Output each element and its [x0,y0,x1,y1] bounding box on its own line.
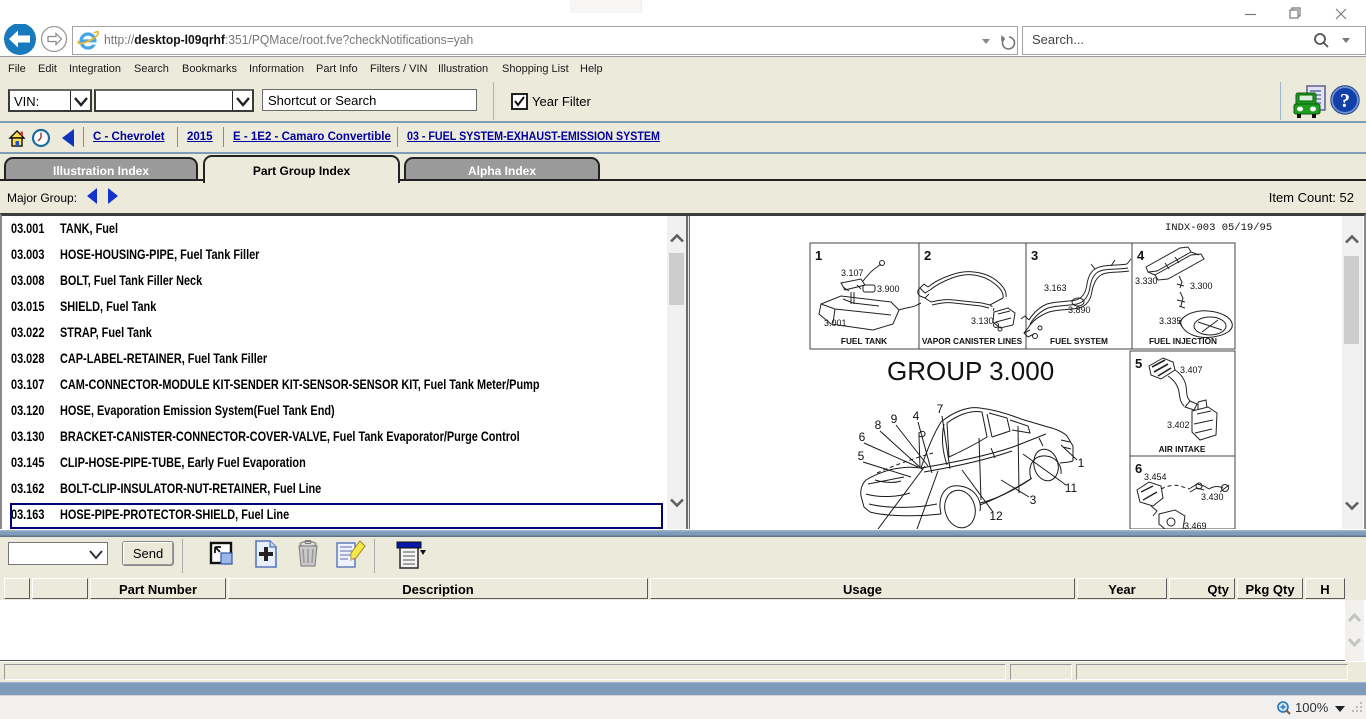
svg-text:8: 8 [875,418,882,432]
svg-text:VAPOR CANISTER LINES: VAPOR CANISTER LINES [922,336,1023,346]
svg-text:?: ? [1340,90,1350,112]
svg-text:3: 3 [1031,248,1038,263]
svg-text:5: 5 [858,449,865,463]
svg-text:4: 4 [1137,248,1145,263]
svg-text:11: 11 [1065,481,1078,495]
svg-text:3.402: 3.402 [1167,420,1190,430]
svg-text:3.335: 3.335 [1159,316,1182,326]
svg-text:1: 1 [815,248,822,263]
svg-text:7: 7 [937,402,944,416]
svg-text:FUEL SYSTEM: FUEL SYSTEM [1050,336,1108,346]
svg-text:INDX-003 05/19/95: INDX-003 05/19/95 [1165,222,1272,234]
svg-text:FUEL TANK: FUEL TANK [841,336,887,346]
svg-text:3: 3 [1030,493,1037,507]
svg-text:3.407: 3.407 [1180,365,1203,375]
svg-text:6: 6 [1135,461,1142,476]
svg-text:5: 5 [1135,356,1142,371]
svg-text:6: 6 [859,430,866,444]
svg-text:4: 4 [913,409,920,423]
svg-text:3.001: 3.001 [824,318,847,328]
svg-text:3.469: 3.469 [1184,521,1207,529]
svg-text:3.130: 3.130 [971,316,994,326]
svg-text:3.430: 3.430 [1201,492,1224,502]
svg-text:3.900: 3.900 [877,284,900,294]
svg-text:3.330: 3.330 [1135,276,1158,286]
svg-text:9: 9 [891,412,898,426]
svg-text:3.300: 3.300 [1190,281,1213,291]
svg-text:1: 1 [1078,456,1085,470]
svg-text:3.163: 3.163 [1044,283,1067,293]
svg-text:GROUP 3.000: GROUP 3.000 [887,356,1054,386]
svg-text:AIR INTAKE: AIR INTAKE [1159,444,1206,454]
svg-text:3.107: 3.107 [841,268,864,278]
svg-text:2: 2 [924,248,931,263]
svg-text:3.890: 3.890 [1068,305,1091,315]
svg-text:3.454: 3.454 [1144,472,1167,482]
svg-text:12: 12 [989,509,1003,523]
